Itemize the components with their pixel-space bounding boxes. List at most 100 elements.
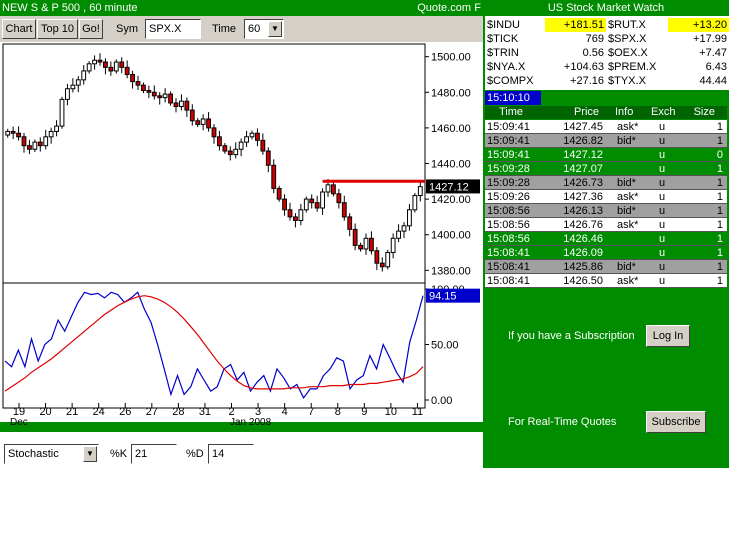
watch-symbol: $SPX.X <box>608 33 647 45</box>
x-tick-label: 28 <box>172 406 184 418</box>
time-sales-row[interactable]: 15:08:56 1426.13 bid* u 1 <box>485 204 727 218</box>
candle <box>189 109 195 122</box>
cell-price: 1426.13 <box>563 205 603 217</box>
cell-price: 1426.09 <box>563 247 603 259</box>
candle <box>59 98 65 127</box>
cell-exch: u <box>659 247 666 259</box>
price-chart[interactable]: 1500.00 1480.00 1460.00 1440.00 1420.00 1400.… <box>0 42 483 432</box>
candle <box>271 164 277 189</box>
cell-time: 15:08:41 <box>487 247 530 259</box>
subscribe-button[interactable]: Subscribe <box>646 411 706 433</box>
cell-time: 15:08:56 <box>487 205 530 217</box>
x-tick-label: 8 <box>335 406 341 418</box>
candle <box>233 148 239 156</box>
cell-price: 1426.50 <box>563 275 603 287</box>
price-tick-label: 1440.00 <box>431 159 471 171</box>
watch-value: 769 <box>585 33 604 45</box>
d-input[interactable]: 14 <box>208 444 254 464</box>
indicator-bar: Stochastic ▼ %K 21 %D 14 <box>0 442 483 468</box>
candle <box>379 262 385 268</box>
corner-letter: F <box>474 2 481 14</box>
time-sales-row[interactable]: 15:08:56 1426.46 u 1 <box>485 232 727 246</box>
candle <box>65 88 70 100</box>
app-window: NEW S & P 500 , 60 minute Quote.com F Ch… <box>0 0 729 550</box>
candle <box>303 198 309 211</box>
cell-size: 1 <box>716 191 723 203</box>
cell-info: ask* <box>617 191 639 203</box>
candle <box>390 237 396 254</box>
cell-exch: u <box>659 163 666 175</box>
chevron-down-icon[interactable]: ▼ <box>268 21 282 37</box>
time-sales-row[interactable]: 15:09:26 1427.36 ask* u 1 <box>485 190 727 204</box>
candle <box>401 225 407 232</box>
candle <box>16 132 21 138</box>
watch-value: +104.63 <box>563 61 604 73</box>
candle <box>358 244 363 250</box>
x-tick-label: 11 <box>412 406 423 418</box>
candle <box>227 150 233 156</box>
go-button[interactable]: Go! <box>79 19 103 39</box>
candle <box>352 228 358 246</box>
cell-exch: u <box>659 135 666 147</box>
watch-symbol: $OEX.X <box>608 47 648 59</box>
time-sales-row[interactable]: 15:09:28 1427.07 u 1 <box>485 162 727 176</box>
header-price: Price <box>573 106 599 118</box>
login-button[interactable]: Log In <box>646 325 690 347</box>
indicator-select[interactable]: Stochastic ▼ <box>4 444 99 464</box>
x-tick-label: 31 <box>199 406 211 418</box>
watch-row[interactable]: $NYA.X +104.63 $PREM.X 6.43 <box>485 60 729 74</box>
time-sales-row[interactable]: 15:09:41 1426.82 bid* u 1 <box>485 134 727 148</box>
watch-row[interactable]: $TRIN 0.56 $OEX.X +7.47 <box>485 46 729 60</box>
watch-value: 0.56 <box>582 47 604 59</box>
sym-label: Sym <box>116 23 138 35</box>
candle <box>293 216 298 221</box>
k-input[interactable]: 21 <box>131 444 177 464</box>
time-sales-row[interactable]: 15:09:41 1427.12 u 0 <box>485 148 727 162</box>
cell-exch: u <box>659 219 666 231</box>
watch-symbol: $TRIN <box>487 47 519 59</box>
time-sales-row[interactable]: 15:08:56 1426.76 ask* u 1 <box>485 218 727 232</box>
candle <box>217 136 222 147</box>
cell-info: ask* <box>617 121 639 133</box>
chart-button[interactable]: Chart <box>2 19 36 39</box>
cell-size: 1 <box>716 135 723 147</box>
time-sales-row[interactable]: 15:09:41 1427.45 ask* u 1 <box>485 120 727 134</box>
candle <box>5 130 11 136</box>
cell-info: bid* <box>617 177 636 189</box>
candle <box>184 100 190 111</box>
subscription-label: If you have a Subscription <box>508 330 635 342</box>
cell-price: 1427.07 <box>563 163 603 175</box>
time-sales-row[interactable]: 15:08:41 1426.09 u 1 <box>485 246 727 260</box>
price-tick-label: 1500.00 <box>431 52 471 64</box>
candle <box>211 127 217 138</box>
watch-row[interactable]: $COMPX +27.16 $TYX.X 44.44 <box>485 74 729 88</box>
candle <box>21 136 27 147</box>
top10-button[interactable]: Top 10 <box>37 19 78 39</box>
price-tick-label: 1380.00 <box>431 265 471 277</box>
watch-symbol: $TICK <box>487 33 519 45</box>
header-size: Size <box>693 106 715 118</box>
header-info: Info <box>615 106 634 118</box>
cell-price: 1426.82 <box>563 135 603 147</box>
watch-row[interactable]: $INDU +181.51 $RUT.X +13.20 <box>485 18 729 32</box>
watch-row[interactable]: $TICK 769 $SPX.X +17.99 <box>485 32 729 46</box>
time-sales-row[interactable]: 15:09:28 1426.73 bid* u 1 <box>485 176 727 190</box>
cell-size: 1 <box>716 233 723 245</box>
last-stoch-label: 94.15 <box>429 291 457 303</box>
chevron-down-icon[interactable]: ▼ <box>83 446 97 462</box>
watch-value: +7.47 <box>699 47 727 59</box>
cell-size: 0 <box>716 149 723 161</box>
symbol-input[interactable]: SPX.X <box>145 19 201 39</box>
time-sales-row[interactable]: 15:08:41 1426.50 ask* u 1 <box>485 274 727 288</box>
candle <box>314 202 320 209</box>
cell-price: 1426.73 <box>563 177 603 189</box>
time-select[interactable]: 60 ▼ <box>244 19 284 39</box>
cell-exch: u <box>659 191 666 203</box>
cell-exch: u <box>659 149 666 161</box>
time-sales-row[interactable]: 15:08:41 1425.86 bid* u 1 <box>485 260 727 274</box>
candle <box>37 141 43 147</box>
price-tick-label: 1420.00 <box>431 194 471 206</box>
candle <box>108 66 114 72</box>
brand-label: Quote.com <box>417 2 471 14</box>
x-tick-label: 10 <box>385 406 397 418</box>
